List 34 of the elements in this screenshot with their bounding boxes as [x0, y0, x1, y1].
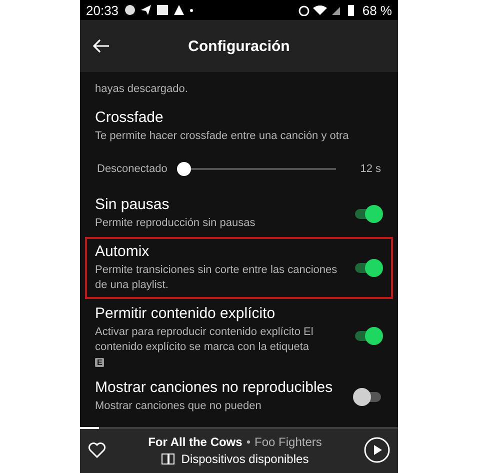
status-time: 20:33: [86, 2, 119, 18]
setting-description: Activar para reproducir contenido explícito El contenido explícito se marca con la etiqueta: [95, 325, 314, 355]
devices-label[interactable]: Dispositivos disponibles: [181, 452, 309, 466]
toggle-switch[interactable]: [353, 327, 383, 345]
separator: •: [246, 434, 251, 448]
play-button[interactable]: [364, 437, 390, 463]
devices-icon: [161, 452, 176, 464]
setting-description: Mostrar canciones que no pueden: [95, 399, 262, 414]
dot-icon: [190, 8, 193, 12]
toggle-switch[interactable]: [353, 204, 383, 222]
setting-description: Permite reproducción sin pausas: [95, 216, 256, 231]
artist-name: Foo Fighters: [254, 434, 322, 448]
heart-icon[interactable]: [88, 442, 106, 458]
setting-description: Te permite hacer crossfade entre una canción y otra: [95, 129, 350, 144]
setting-description: Permite transiciones sin corte entre las canciones de una playlist.: [95, 263, 338, 293]
battery-percent: 68 %: [362, 2, 392, 18]
back-button[interactable]: [90, 37, 112, 55]
setting-title: Mostrar canciones no reproducibles: [95, 379, 334, 396]
track-title: For All the Cows: [148, 434, 242, 448]
warning-icon: [174, 5, 184, 15]
setting-description: hayas descargado.: [95, 82, 189, 97]
setting-title: Crossfade: [95, 109, 164, 126]
send-icon: [140, 5, 151, 15]
toggle-switch[interactable]: [353, 388, 383, 406]
explicit-badge: E: [95, 358, 104, 367]
toggle-switch[interactable]: [353, 259, 383, 277]
slider-max-label: 12 s: [360, 163, 381, 175]
setting-title: Permitir contenido explícito: [95, 305, 276, 322]
crossfade-slider[interactable]: [177, 162, 336, 176]
setting-title: Sin pausas: [95, 196, 170, 213]
setting-title: Automix: [95, 243, 150, 260]
slider-min-label: Desconectado: [97, 163, 168, 175]
mini-player[interactable]: For All the Cows • Foo Fighters Dispositivos disponibles: [80, 427, 398, 473]
page-title: Configuración: [188, 38, 290, 54]
